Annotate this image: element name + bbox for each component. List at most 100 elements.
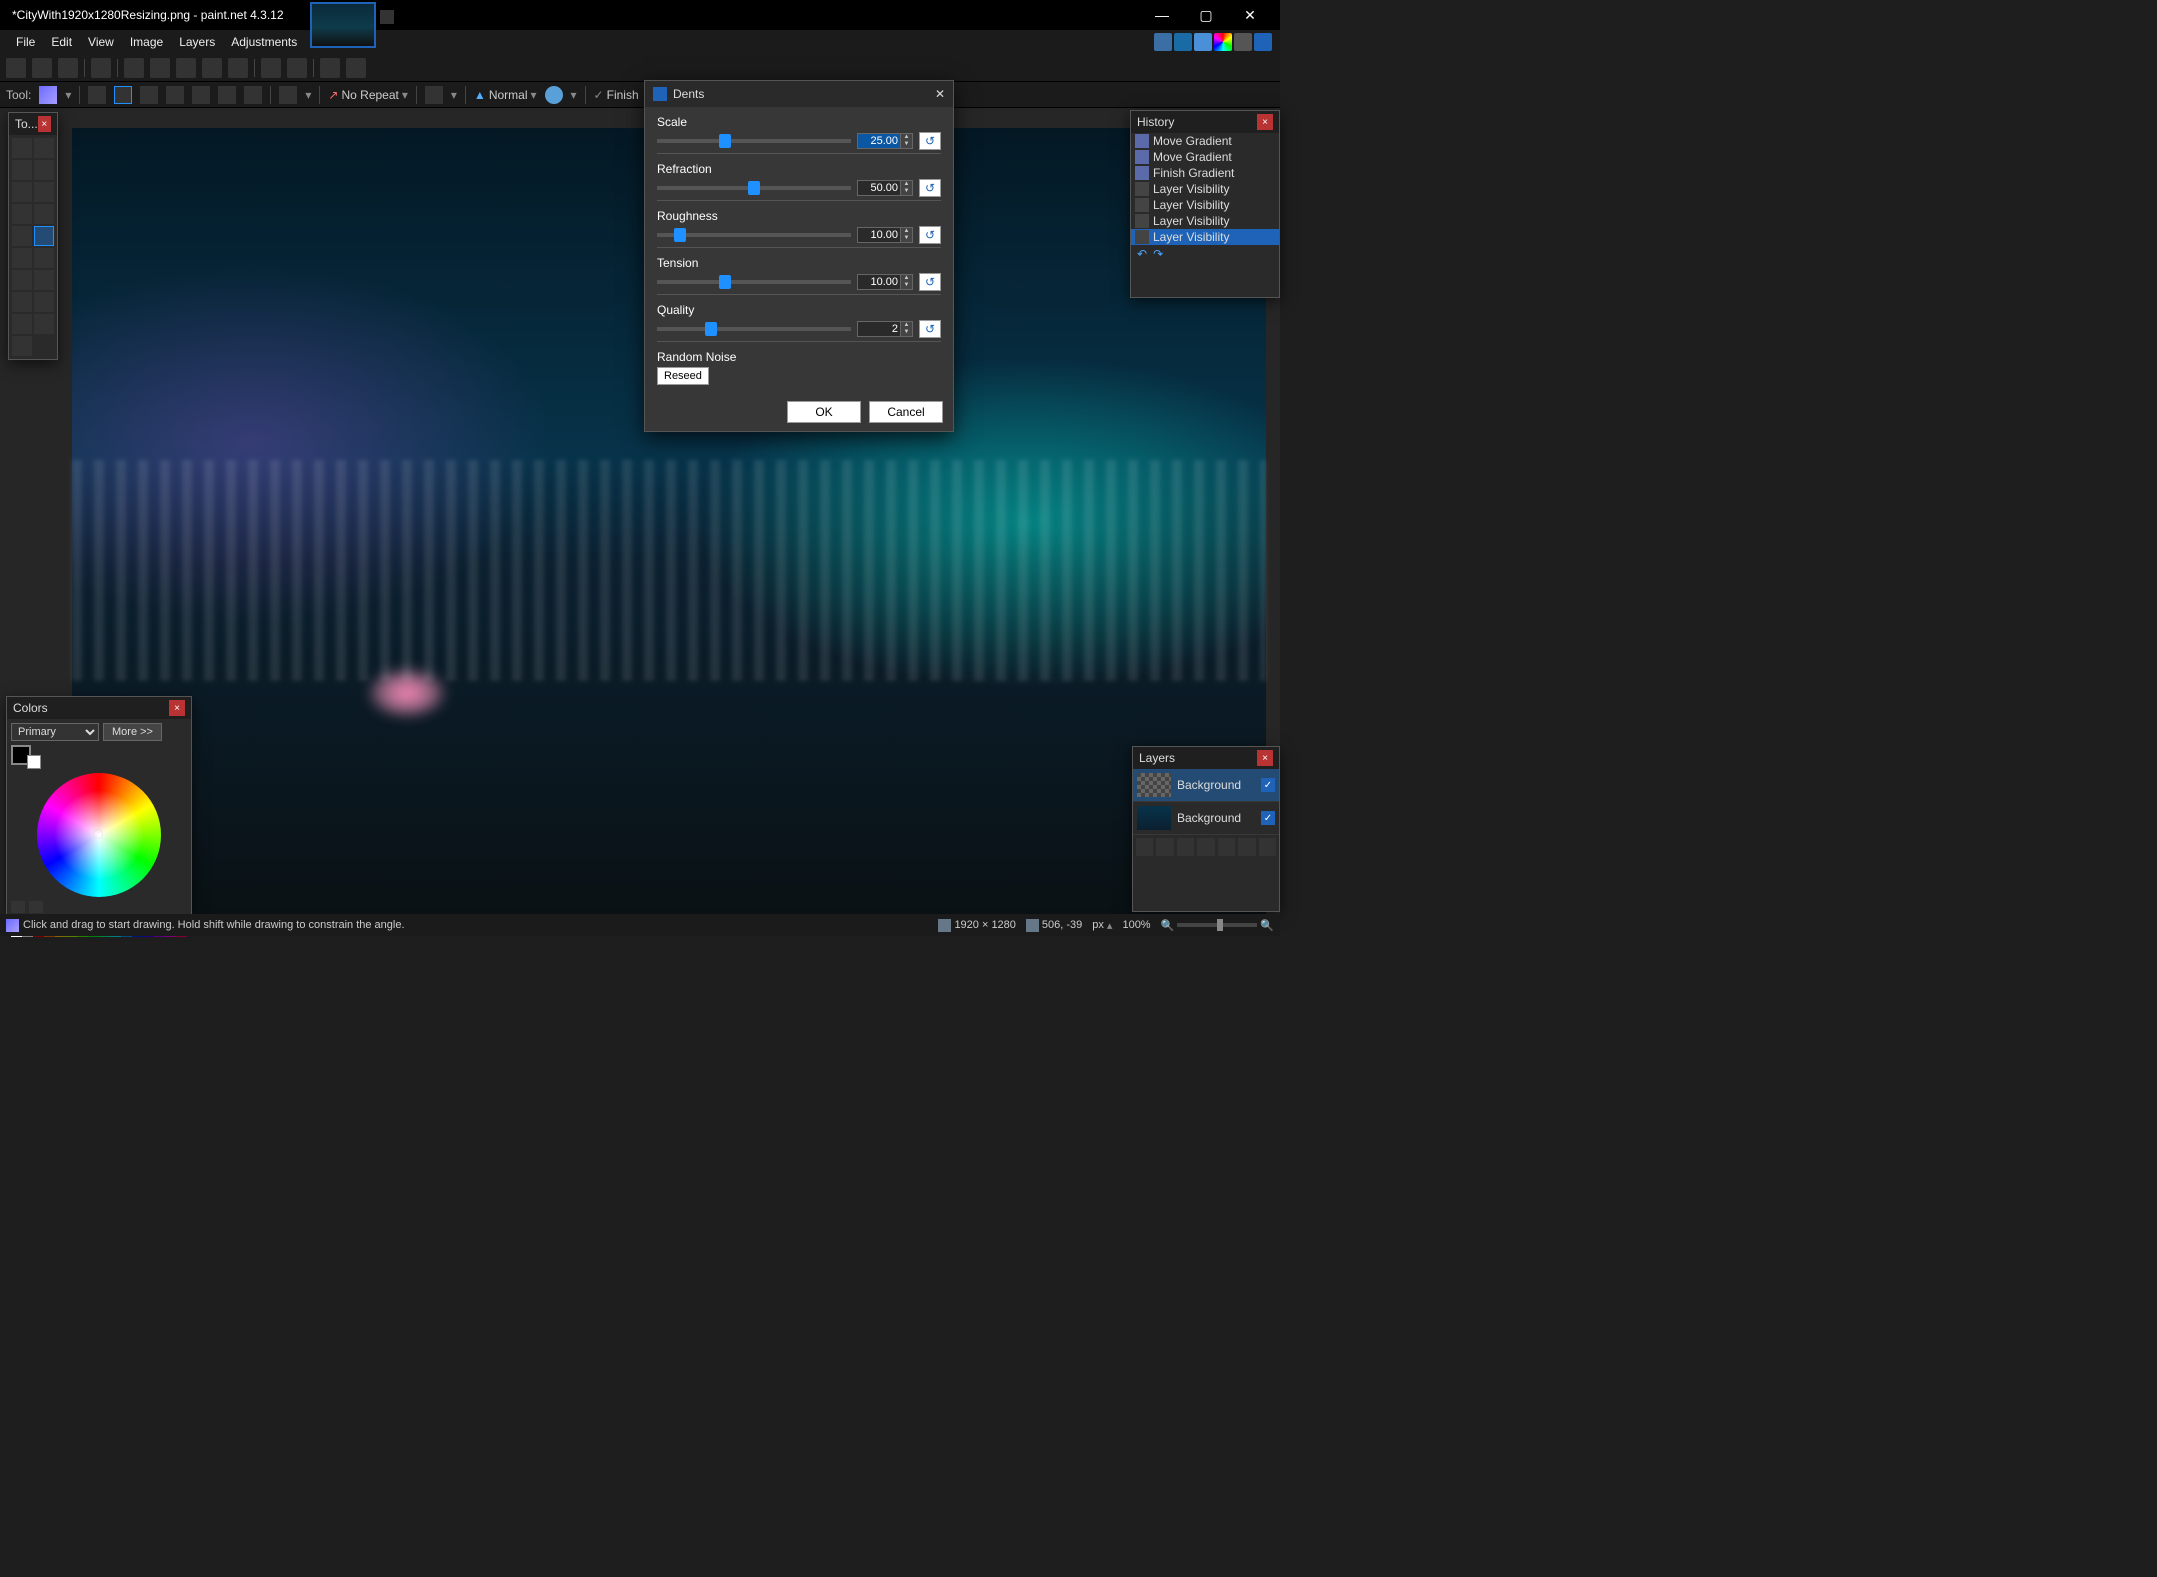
tool-pencil[interactable] [12,270,32,290]
layers-toggle-icon[interactable] [1194,33,1212,51]
tool-colorpicker[interactable] [34,270,54,290]
layer-duplicate-icon[interactable] [1177,838,1194,856]
redo-button[interactable]: ↷ [1153,247,1163,261]
grid-icon[interactable] [320,58,340,78]
tool-pan[interactable] [34,204,54,224]
help-icon[interactable] [1254,33,1272,51]
open-icon[interactable] [32,58,52,78]
input-tension[interactable] [857,274,901,290]
tool-recolor[interactable] [34,292,54,312]
dialog-titlebar[interactable]: Dents ✕ [645,81,953,107]
document-thumbnail[interactable] [310,2,376,48]
slider-scale[interactable] [657,139,851,143]
menu-view[interactable]: View [80,32,122,52]
input-refraction[interactable] [857,180,901,196]
redo-icon[interactable] [287,58,307,78]
colors-close[interactable]: × [169,700,185,716]
layer-visibility-checkbox[interactable]: ✓ [1261,811,1275,825]
layer-props-icon[interactable] [1259,838,1276,856]
tool-rect-select[interactable] [12,138,32,158]
layer-item-0[interactable]: Background✓ [1133,769,1279,802]
cut-icon[interactable] [124,58,144,78]
print-icon[interactable] [91,58,111,78]
tool-paintbrush[interactable] [12,248,32,268]
reseed-button[interactable]: Reseed [657,367,709,385]
tool-text[interactable] [12,314,32,334]
reset-quality[interactable]: ↺ [919,320,941,338]
blend-mode[interactable]: ▲ Normal ▾ [474,88,537,102]
ruler-icon[interactable] [346,58,366,78]
tool-dropdown[interactable] [39,86,57,104]
new-icon[interactable] [6,58,26,78]
tool-lasso[interactable] [12,160,32,180]
color-wheel-cursor[interactable] [93,829,103,839]
color-mode-select[interactable]: Primary [11,723,99,741]
slider-roughness[interactable] [657,233,851,237]
zoom-out-icon[interactable]: 🔍 [1161,919,1175,932]
paste-icon[interactable] [176,58,196,78]
repeat-mode[interactable]: ↗ No Repeat ▾ [328,88,407,102]
gradient-radial-icon[interactable] [166,86,184,104]
maximize-button[interactable]: ▢ [1184,0,1228,30]
tool-shapes[interactable] [12,336,32,356]
history-item-5[interactable]: Layer Visibility [1131,213,1279,229]
tool-gradient[interactable] [34,226,54,246]
finish-button[interactable]: ✓ Finish [594,88,639,102]
undo-button[interactable]: ↶ [1137,247,1147,261]
more-button[interactable]: More >> [103,723,162,741]
history-close[interactable]: × [1257,114,1273,130]
crop-icon[interactable] [202,58,222,78]
palette-menu-icon[interactable] [29,901,43,913]
tools-panel-close[interactable]: × [38,116,51,132]
reset-roughness[interactable]: ↺ [919,226,941,244]
gradient-linear-reflected-icon[interactable] [114,86,132,104]
menu-image[interactable]: Image [122,32,171,52]
palette-add-icon[interactable] [11,901,25,913]
color-wheel[interactable] [37,773,161,897]
layer-item-1[interactable]: Background✓ [1133,802,1279,835]
deselect-icon[interactable] [228,58,248,78]
tool-ellipse-select[interactable] [12,182,32,202]
alpha-icon[interactable] [545,86,563,104]
antialias-icon[interactable] [425,86,443,104]
gradient-spiral-icon[interactable] [218,86,236,104]
reset-tension[interactable]: ↺ [919,273,941,291]
slider-tension[interactable] [657,280,851,284]
history-item-0[interactable]: Move Gradient [1131,133,1279,149]
secondary-swatch[interactable] [27,755,41,769]
history-toggle-icon[interactable] [1174,33,1192,51]
tool-zoom[interactable] [34,182,54,202]
layer-up-icon[interactable] [1218,838,1235,856]
gradient-diamond-icon[interactable] [140,86,158,104]
tool-move-selection[interactable] [34,160,54,180]
slider-quality[interactable] [657,327,851,331]
layer-merge-icon[interactable] [1197,838,1214,856]
tool-line[interactable] [34,314,54,334]
reset-refraction[interactable]: ↺ [919,179,941,197]
input-scale[interactable] [857,133,901,149]
input-roughness[interactable] [857,227,901,243]
tool-eraser[interactable] [34,248,54,268]
menu-file[interactable]: File [8,32,43,52]
tools-toggle-icon[interactable] [1154,33,1172,51]
undo-icon[interactable] [261,58,281,78]
gradient-conical-icon[interactable] [192,86,210,104]
copy-icon[interactable] [150,58,170,78]
history-item-4[interactable]: Layer Visibility [1131,197,1279,213]
settings-icon[interactable] [1234,33,1252,51]
layer-add-icon[interactable] [1136,838,1153,856]
tool-paint-bucket[interactable] [12,226,32,246]
close-button[interactable]: ✕ [1228,0,1272,30]
colors-toggle-icon[interactable] [1214,33,1232,51]
menu-edit[interactable]: Edit [43,32,80,52]
history-item-3[interactable]: Layer Visibility [1131,181,1279,197]
layer-down-icon[interactable] [1238,838,1255,856]
gradient-linear-icon[interactable] [88,86,106,104]
tool-move-selected[interactable] [34,138,54,158]
tool-magic-wand[interactable] [12,204,32,224]
canvas-area[interactable] [0,108,1280,914]
menu-layers[interactable]: Layers [171,32,223,52]
minimize-button[interactable]: — [1140,0,1184,30]
tool-clone[interactable] [12,292,32,312]
menu-adjustments[interactable]: Adjustments [223,32,305,52]
